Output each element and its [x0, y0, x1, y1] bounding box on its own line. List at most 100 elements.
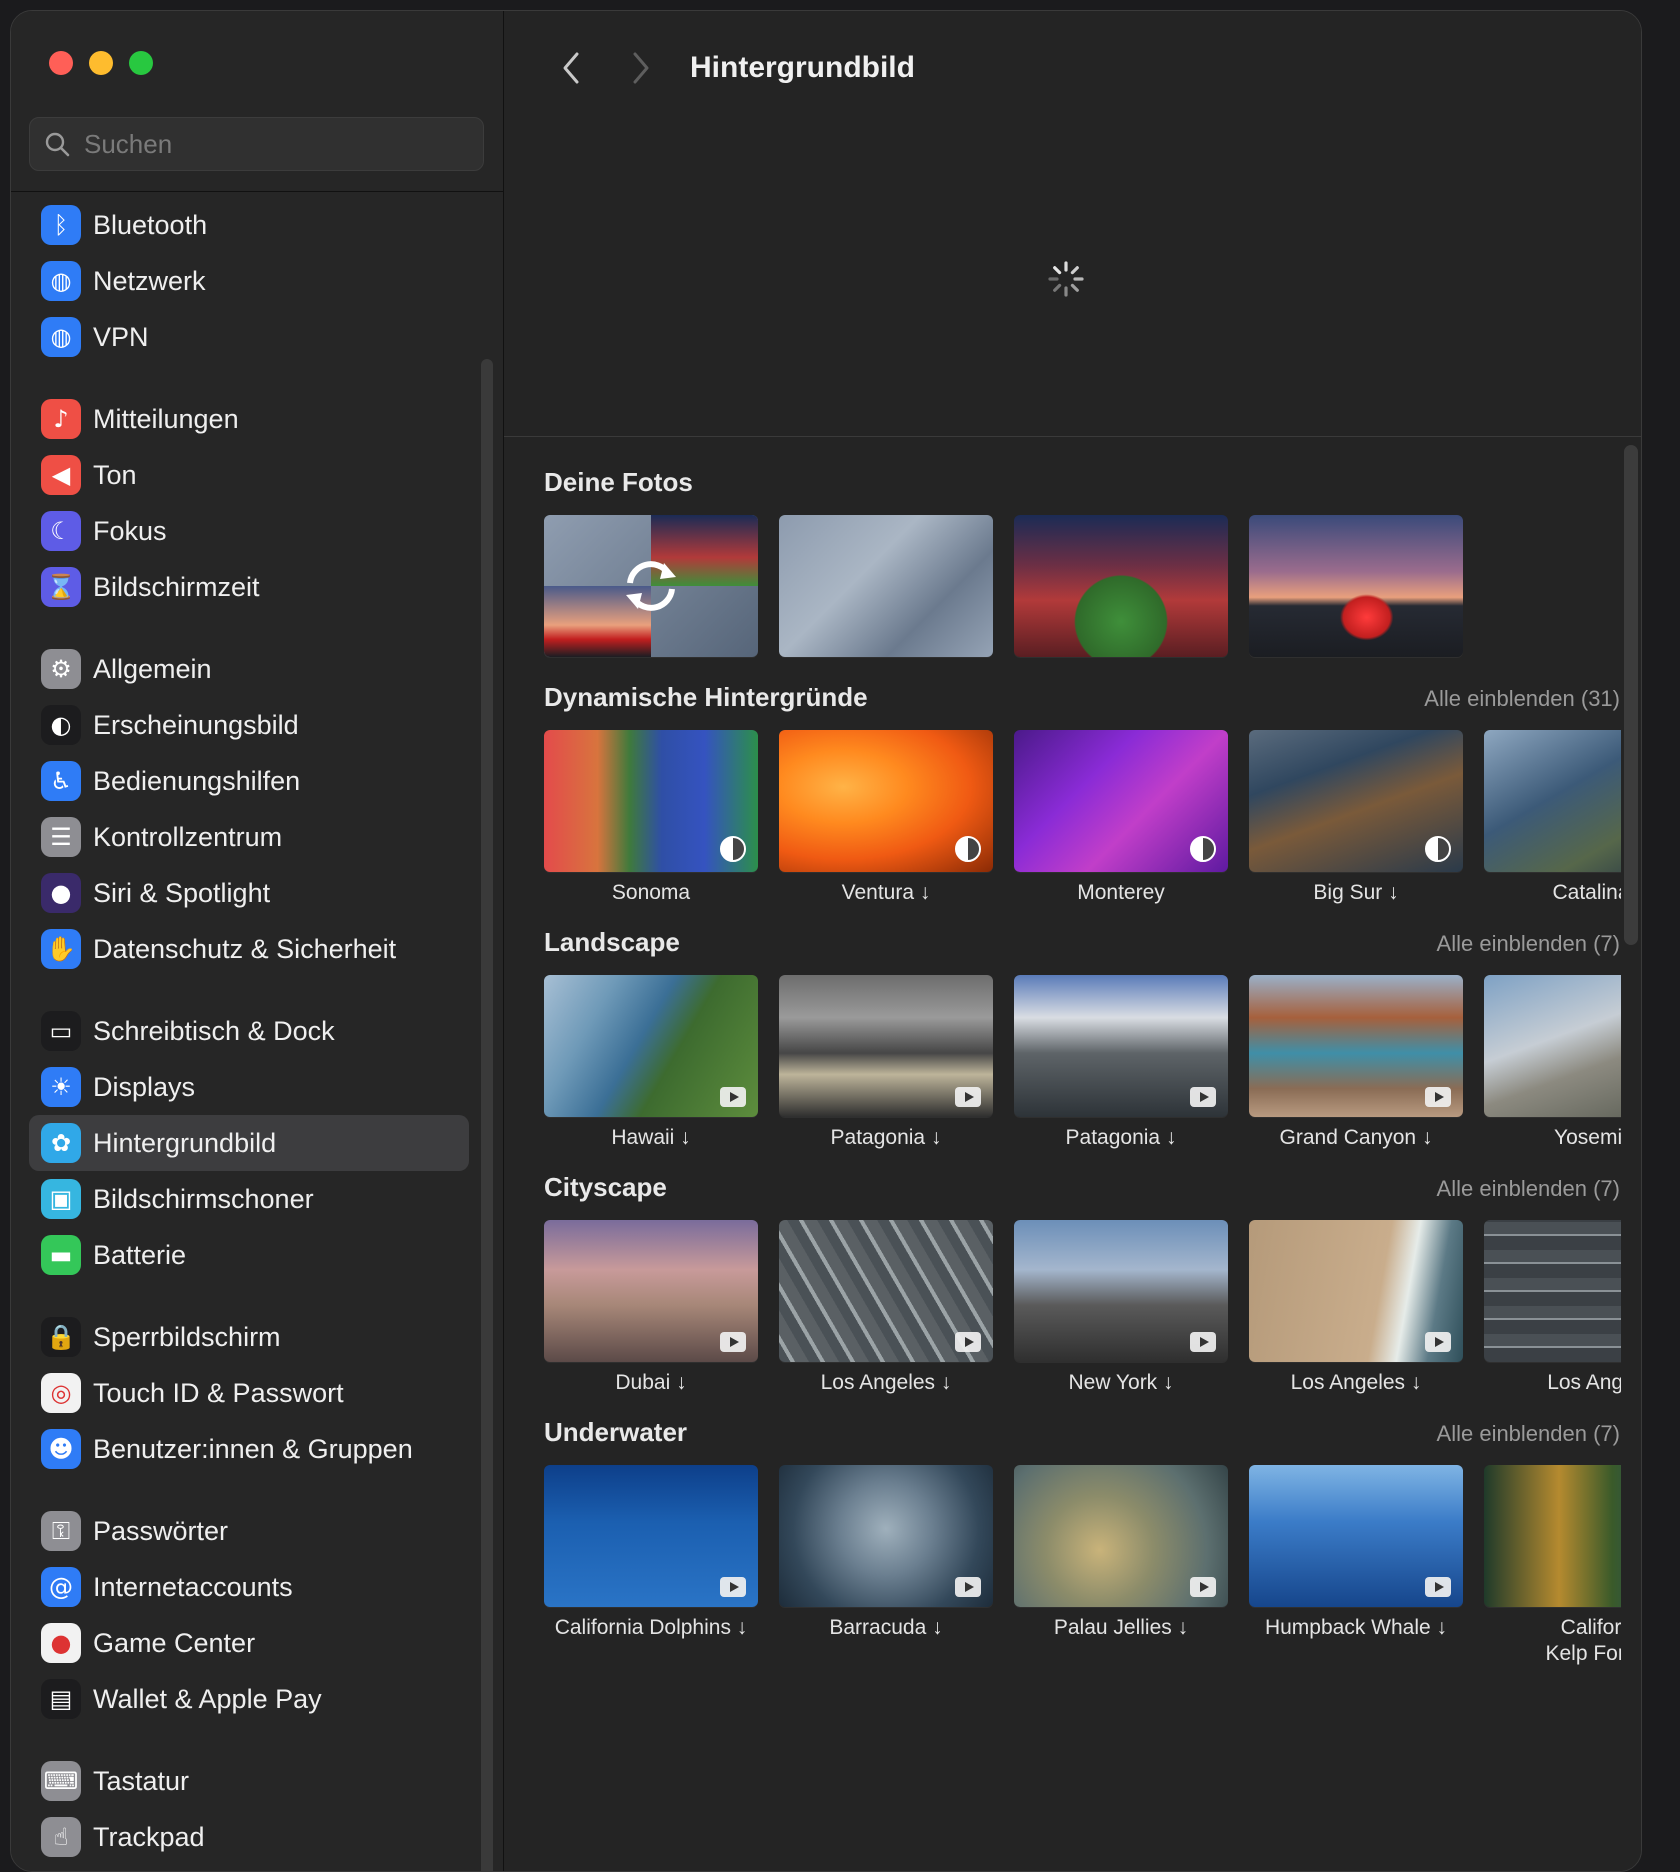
wallpaper-thumbnail[interactable]: [1249, 975, 1463, 1117]
wallpaper-thumbnail[interactable]: [1484, 730, 1621, 872]
show-all-button[interactable]: Alle einblenden (31): [1424, 686, 1620, 712]
minimize-button[interactable]: [89, 51, 113, 75]
sidebar-item-benutzer[interactable]: ☻ Benutzer:innen & Gruppen: [29, 1421, 469, 1477]
sidebar-item-passwoerter[interactable]: ⚿ Passwörter: [29, 1503, 469, 1559]
wallpaper-thumbnail[interactable]: [779, 730, 993, 872]
wallpaper-tile-patagonia-2[interactable]: Patagonia ↓: [1014, 975, 1228, 1151]
wallpaper-tile-california-kelp[interactable]: Califor Kelp Fore: [1484, 1465, 1621, 1667]
sidebar-item-wallet[interactable]: ▤ Wallet & Apple Pay: [29, 1671, 469, 1727]
wallpaper-tile-los-angeles-3[interactable]: Los Ange: [1484, 1220, 1621, 1396]
wallpaper-thumbnail[interactable]: [1484, 975, 1621, 1117]
sidebar-item-game-center[interactable]: ● Game Center: [29, 1615, 469, 1671]
wallpaper-tile-photo-shuffle[interactable]: [544, 515, 758, 657]
section-deine-fotos: Deine Fotos: [544, 467, 1621, 657]
sidebar-item-batterie[interactable]: ▬ Batterie: [29, 1227, 469, 1283]
wallpaper-thumbnail[interactable]: [1014, 515, 1228, 657]
sidebar-item-allgemein[interactable]: ⚙ Allgemein: [29, 641, 469, 697]
wallpaper-tile-photo-stadium-inside[interactable]: [1014, 515, 1228, 657]
wallpaper-tile-catalina[interactable]: Catalina: [1484, 730, 1621, 906]
wallpaper-tile-barracuda[interactable]: Barracuda ↓: [779, 1465, 993, 1641]
wallpaper-thumbnail[interactable]: [1014, 1465, 1228, 1607]
wallpaper-thumbnail[interactable]: [544, 1465, 758, 1607]
wallpaper-thumbnail[interactable]: [544, 1220, 758, 1362]
wallpaper-tile-yosemite[interactable]: Yosemit: [1484, 975, 1621, 1151]
wallpaper-thumbnail[interactable]: [1484, 1465, 1621, 1607]
sidebar-item-sperrbildschirm[interactable]: 🔒 Sperrbildschirm: [29, 1309, 469, 1365]
sidebar-item-schreibtisch-dock[interactable]: ▭ Schreibtisch & Dock: [29, 1003, 469, 1059]
sidebar-item-hintergrundbild[interactable]: ✿ Hintergrundbild: [29, 1115, 469, 1171]
sidebar-item-label: Displays: [93, 1071, 196, 1102]
sidebar-item-bedienungshilfen[interactable]: ♿ Bedienungshilfen: [29, 753, 469, 809]
wallpaper-thumbnail[interactable]: [1249, 730, 1463, 872]
wallpaper-tile-palau-jellies[interactable]: Palau Jellies ↓: [1014, 1465, 1228, 1641]
sidebar-item-erscheinungsbild[interactable]: ◐ Erscheinungsbild: [29, 697, 469, 753]
sidebar-item-bluetooth[interactable]: ᛒ Bluetooth: [29, 197, 469, 253]
wallpaper-thumbnail[interactable]: [1014, 1220, 1228, 1362]
sidebar-item-bildschirmzeit[interactable]: ⌛ Bildschirmzeit: [29, 559, 469, 615]
wallpaper-thumbnail[interactable]: [1249, 1465, 1463, 1607]
wallpaper-thumbnail[interactable]: [779, 1220, 993, 1362]
wallpaper-tile-hawaii[interactable]: Hawaii ↓: [544, 975, 758, 1151]
back-button[interactable]: [554, 47, 588, 89]
sidebar-item-kontrollzentrum[interactable]: ☰ Kontrollzentrum: [29, 809, 469, 865]
sidebar-item-internetaccounts[interactable]: @ Internetaccounts: [29, 1559, 469, 1615]
wallpaper-tile-california-dolphins[interactable]: California Dolphins ↓: [544, 1465, 758, 1641]
sidebar-item-siri-spotlight[interactable]: ● Siri & Spotlight: [29, 865, 469, 921]
wallpaper-tile-los-angeles-1[interactable]: Los Angeles ↓: [779, 1220, 993, 1396]
wallpaper-tile-monterey[interactable]: Monterey: [1014, 730, 1228, 906]
forward-button[interactable]: [624, 47, 658, 89]
sidebar-item-bildschirmschoner[interactable]: ▣ Bildschirmschoner: [29, 1171, 469, 1227]
show-all-button[interactable]: Alle einblenden (7): [1437, 1176, 1620, 1202]
search-field[interactable]: [29, 117, 484, 171]
close-button[interactable]: [49, 51, 73, 75]
show-all-button[interactable]: Alle einblenden (7): [1437, 1421, 1620, 1447]
wallpaper-thumbnail[interactable]: [1249, 1220, 1463, 1362]
wallpaper-tile-humpback-whale[interactable]: Humpback Whale ↓: [1249, 1465, 1463, 1641]
sidebar-item-label: Datenschutz & Sicherheit: [93, 933, 397, 964]
wallpaper-tile-dubai[interactable]: Dubai ↓: [544, 1220, 758, 1396]
appearance-icon: ◐: [41, 705, 81, 745]
search-input[interactable]: [82, 127, 466, 161]
wallpaper-tile-sonoma[interactable]: Sonoma: [544, 730, 758, 906]
wallpaper-thumbnail[interactable]: [1249, 515, 1463, 657]
show-all-button[interactable]: Alle einblenden (7): [1437, 931, 1620, 957]
wallpaper-tile-photo-stadium-dusk[interactable]: [1249, 515, 1463, 657]
wallpaper-thumbnail[interactable]: [779, 515, 993, 657]
wallpaper-tile-ventura[interactable]: Ventura ↓: [779, 730, 993, 906]
wallpaper-thumbnail[interactable]: [1014, 975, 1228, 1117]
sidebar-item-trackpad[interactable]: ☝ Trackpad: [29, 1809, 469, 1865]
wallpaper-thumbnail[interactable]: [779, 1465, 993, 1607]
wallpaper-thumbnail[interactable]: [544, 730, 758, 872]
zoom-button[interactable]: [129, 51, 153, 75]
wallpaper-tile-photo-grey[interactable]: [779, 515, 993, 657]
wallpaper-tile-grand-canyon[interactable]: Grand Canyon ↓: [1249, 975, 1463, 1151]
wallpaper-thumbnail[interactable]: [544, 975, 758, 1117]
sidebar-item-datenschutz[interactable]: ✋ Datenschutz & Sicherheit: [29, 921, 469, 977]
sidebar-item-displays[interactable]: ☀ Displays: [29, 1059, 469, 1115]
tile-row: Sonoma Ventura ↓ Monterey Big Sur ↓ Catalina: [544, 730, 1621, 930]
sidebar-item-ton[interactable]: ◀ Ton: [29, 447, 469, 503]
dynamic-wallpaper-icon: [1190, 836, 1216, 862]
wallpaper-tile-new-york[interactable]: New York ↓: [1014, 1220, 1228, 1396]
wallpaper-thumbnail[interactable]: [1014, 730, 1228, 872]
sidebar-item-mitteilungen[interactable]: ♪ Mitteilungen: [29, 391, 469, 447]
sidebar-item-fokus[interactable]: ☾ Fokus: [29, 503, 469, 559]
wallpaper-thumbnail[interactable]: [1484, 1220, 1621, 1362]
wallet-icon: ▤: [41, 1679, 81, 1719]
wallpaper-thumbnail[interactable]: [779, 975, 993, 1117]
sidebar-scrollbar[interactable]: [481, 359, 493, 1871]
wallpaper-tile-patagonia-1[interactable]: Patagonia ↓: [779, 975, 993, 1151]
wallpaper-tile-big-sur[interactable]: Big Sur ↓: [1249, 730, 1463, 906]
flower-icon: ✿: [41, 1123, 81, 1163]
sidebar-item-netzwerk[interactable]: ◍ Netzwerk: [29, 253, 469, 309]
sidebar-item-label: Kontrollzentrum: [93, 821, 283, 852]
sidebar-item-tastatur[interactable]: ⌨ Tastatur: [29, 1753, 469, 1809]
sidebar-item-touch-id[interactable]: ◎ Touch ID & Passwort: [29, 1365, 469, 1421]
wallpaper-preview-area: [504, 111, 1641, 437]
sidebar-item-vpn[interactable]: ◍ VPN: [29, 309, 469, 365]
gallery-scrollbar[interactable]: [1624, 445, 1638, 945]
wallpaper-tile-los-angeles-2[interactable]: Los Angeles ↓: [1249, 1220, 1463, 1396]
hand-icon: ✋: [41, 929, 81, 969]
wallpaper-thumbnail[interactable]: [544, 515, 758, 657]
